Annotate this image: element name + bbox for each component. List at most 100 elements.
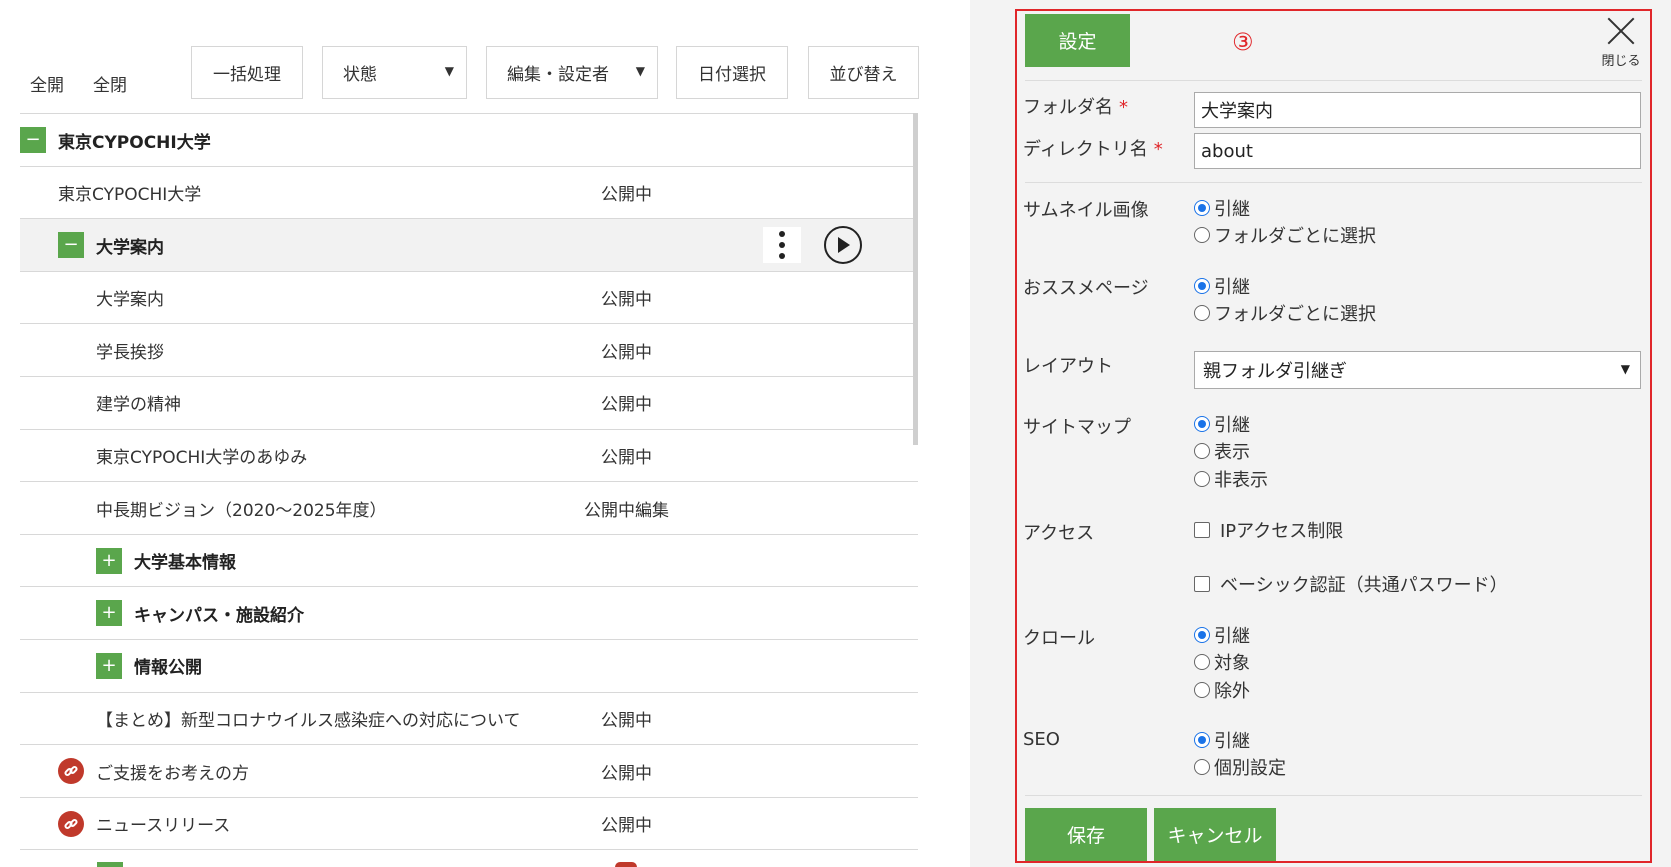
tree-row[interactable]: 中長期ビジョン（2020～2025年度） 公開中編集	[20, 481, 918, 534]
tree-row-selected[interactable]: − 大学案内	[20, 218, 918, 271]
divider	[1025, 182, 1642, 183]
crawl-target-radio[interactable]: 対象	[1194, 649, 1250, 675]
tree-scrollbar[interactable]	[913, 113, 918, 445]
sitemap-hide-radio[interactable]: 非表示	[1194, 466, 1268, 492]
status-text: 公開中	[601, 448, 652, 469]
page-label: 中長期ビジョン（2020～2025年度）	[96, 500, 387, 521]
caret-down-icon: ▼	[1620, 362, 1630, 376]
play-icon[interactable]	[824, 226, 862, 265]
directory-name-input[interactable]	[1194, 133, 1641, 169]
cancel-label: キャンセル	[1167, 825, 1263, 847]
folder-tree: − 東京CYPOCHI大学 東京CYPOCHI大学 公開中 − 大学案内 大学案…	[20, 113, 918, 859]
crawl-label: クロール	[1023, 628, 1095, 649]
status-text: 公開中	[601, 395, 652, 416]
sort-button[interactable]: 並び替え	[808, 46, 919, 99]
link-label: ニュースリリース	[96, 816, 231, 837]
ip-restriction-checkbox[interactable]: IPアクセス制限	[1194, 517, 1343, 543]
radio-label: 対象	[1214, 653, 1250, 674]
tree-row[interactable]: 学長挨拶 公開中	[20, 323, 918, 376]
link-icon	[58, 758, 84, 785]
folder-name-input[interactable]	[1194, 92, 1641, 128]
layout-label: レイアウト	[1023, 356, 1113, 377]
radio-icon	[1194, 443, 1210, 459]
tree-row[interactable]: 【まとめ】新型コロナウイルス感染症への対応について 公開中	[20, 691, 918, 745]
date-select-button[interactable]: 日付選択	[676, 46, 788, 99]
radio-checked-icon	[1194, 200, 1210, 216]
tree-row[interactable]: 東京CYPOCHI大学のあゆみ 公開中	[20, 428, 918, 482]
tree-row-root[interactable]: − 東京CYPOCHI大学	[20, 113, 918, 166]
status-text: 公開中	[601, 185, 652, 206]
radio-label: 非表示	[1214, 470, 1268, 491]
page-label: 学長挨拶	[96, 342, 164, 363]
cancel-button[interactable]: キャンセル	[1154, 808, 1276, 861]
status-text: 公開中編集	[584, 500, 669, 521]
radio-icon	[1194, 759, 1210, 775]
required-mark: *	[1119, 97, 1128, 118]
status-text: 公開中	[601, 342, 652, 363]
radio-label: 引継	[1214, 626, 1250, 647]
link-label: ご支援をお考えの方	[96, 763, 249, 784]
tree-row[interactable]: ニュースリリース 公開中	[20, 796, 918, 850]
settings-tab[interactable]: 設定	[1025, 14, 1130, 67]
folder-name-label: フォルダ名 *	[1023, 93, 1128, 119]
tree-row[interactable]: + 情報公開	[20, 638, 918, 692]
sort-label: 並び替え	[829, 65, 898, 85]
tree-row[interactable]: + 大学基本情報	[20, 533, 918, 587]
status-badge-icon	[615, 862, 637, 867]
sitemap-inherit-radio[interactable]: 引継	[1194, 411, 1250, 437]
tree-row[interactable]: 大学案内 公開中	[20, 270, 918, 324]
expand-toggle-icon[interactable]: +	[96, 600, 122, 627]
close-button[interactable]: 閉じる	[1600, 16, 1642, 69]
expand-all-link[interactable]: 全開	[30, 71, 64, 96]
tree-row[interactable]: ご支援をお考えの方 公開中	[20, 744, 918, 797]
folder-tree-pane: 全開 全閉 一括処理 状態 ▼ 編集・設定者 ▼ 日付選択 並び替え − 東京C…	[0, 0, 970, 867]
bulk-action-label: 一括処理	[213, 65, 281, 85]
radio-label: 表示	[1214, 442, 1250, 463]
sitemap-show-radio[interactable]: 表示	[1194, 438, 1250, 464]
more-menu-icon[interactable]	[763, 227, 801, 264]
crawl-exclude-radio[interactable]: 除外	[1194, 677, 1250, 703]
thumbnail-inherit-radio[interactable]: 引継	[1194, 195, 1250, 221]
page-label: 東京CYPOCHI大学のあゆみ	[96, 448, 308, 469]
required-mark: *	[1153, 139, 1163, 160]
status-text: 公開中	[601, 711, 652, 732]
page-label: 大学案内	[96, 290, 164, 311]
tree-row[interactable]: + キャンパス・施設紹介	[20, 586, 918, 639]
folder-label: 情報公開	[134, 658, 202, 679]
tree-row[interactable]: 建学の精神 公開中	[20, 375, 918, 429]
radio-label: 個別設定	[1214, 758, 1286, 779]
status-select[interactable]: 状態 ▼	[322, 46, 467, 99]
recommend-per-folder-radio[interactable]: フォルダごとに選択	[1194, 300, 1376, 326]
crawl-inherit-radio[interactable]: 引継	[1194, 622, 1250, 648]
radio-icon	[1194, 654, 1210, 670]
expand-toggle-icon[interactable]: +	[96, 547, 122, 574]
collapse-toggle-icon[interactable]: −	[20, 127, 46, 153]
thumbnail-per-folder-radio[interactable]: フォルダごとに選択	[1194, 222, 1376, 248]
radio-checked-icon	[1194, 627, 1210, 643]
expand-toggle-icon[interactable]	[97, 862, 123, 867]
radio-checked-icon	[1194, 416, 1210, 432]
collapse-all-link[interactable]: 全閉	[93, 71, 127, 96]
tree-row[interactable]: 東京CYPOCHI大学 公開中	[20, 165, 918, 219]
checkbox-label: ベーシック認証（共通パスワード）	[1220, 575, 1508, 596]
status-text: 公開中	[601, 763, 652, 784]
divider	[1025, 80, 1642, 81]
folder-label: 東京CYPOCHI大学	[58, 132, 211, 153]
recommend-inherit-radio[interactable]: 引継	[1194, 273, 1250, 299]
folder-label: 大学基本情報	[134, 553, 236, 574]
bulk-action-button[interactable]: 一括処理	[191, 46, 303, 99]
seo-inherit-radio[interactable]: 引継	[1194, 727, 1250, 753]
radio-checked-icon	[1194, 732, 1210, 748]
date-select-label: 日付選択	[698, 65, 766, 85]
expand-toggle-icon[interactable]: +	[96, 652, 122, 679]
radio-label: 引継	[1214, 415, 1250, 436]
checkbox-icon	[1194, 522, 1210, 538]
layout-select[interactable]: 親フォルダ引継ぎ ▼	[1194, 351, 1641, 389]
seo-custom-radio[interactable]: 個別設定	[1194, 754, 1286, 780]
save-button[interactable]: 保存	[1025, 808, 1147, 861]
collapse-toggle-icon[interactable]: −	[58, 232, 84, 259]
editor-select[interactable]: 編集・設定者 ▼	[486, 46, 658, 99]
basic-auth-checkbox[interactable]: ベーシック認証（共通パスワード）	[1194, 571, 1508, 597]
radio-icon	[1194, 471, 1210, 487]
radio-icon	[1194, 682, 1210, 698]
